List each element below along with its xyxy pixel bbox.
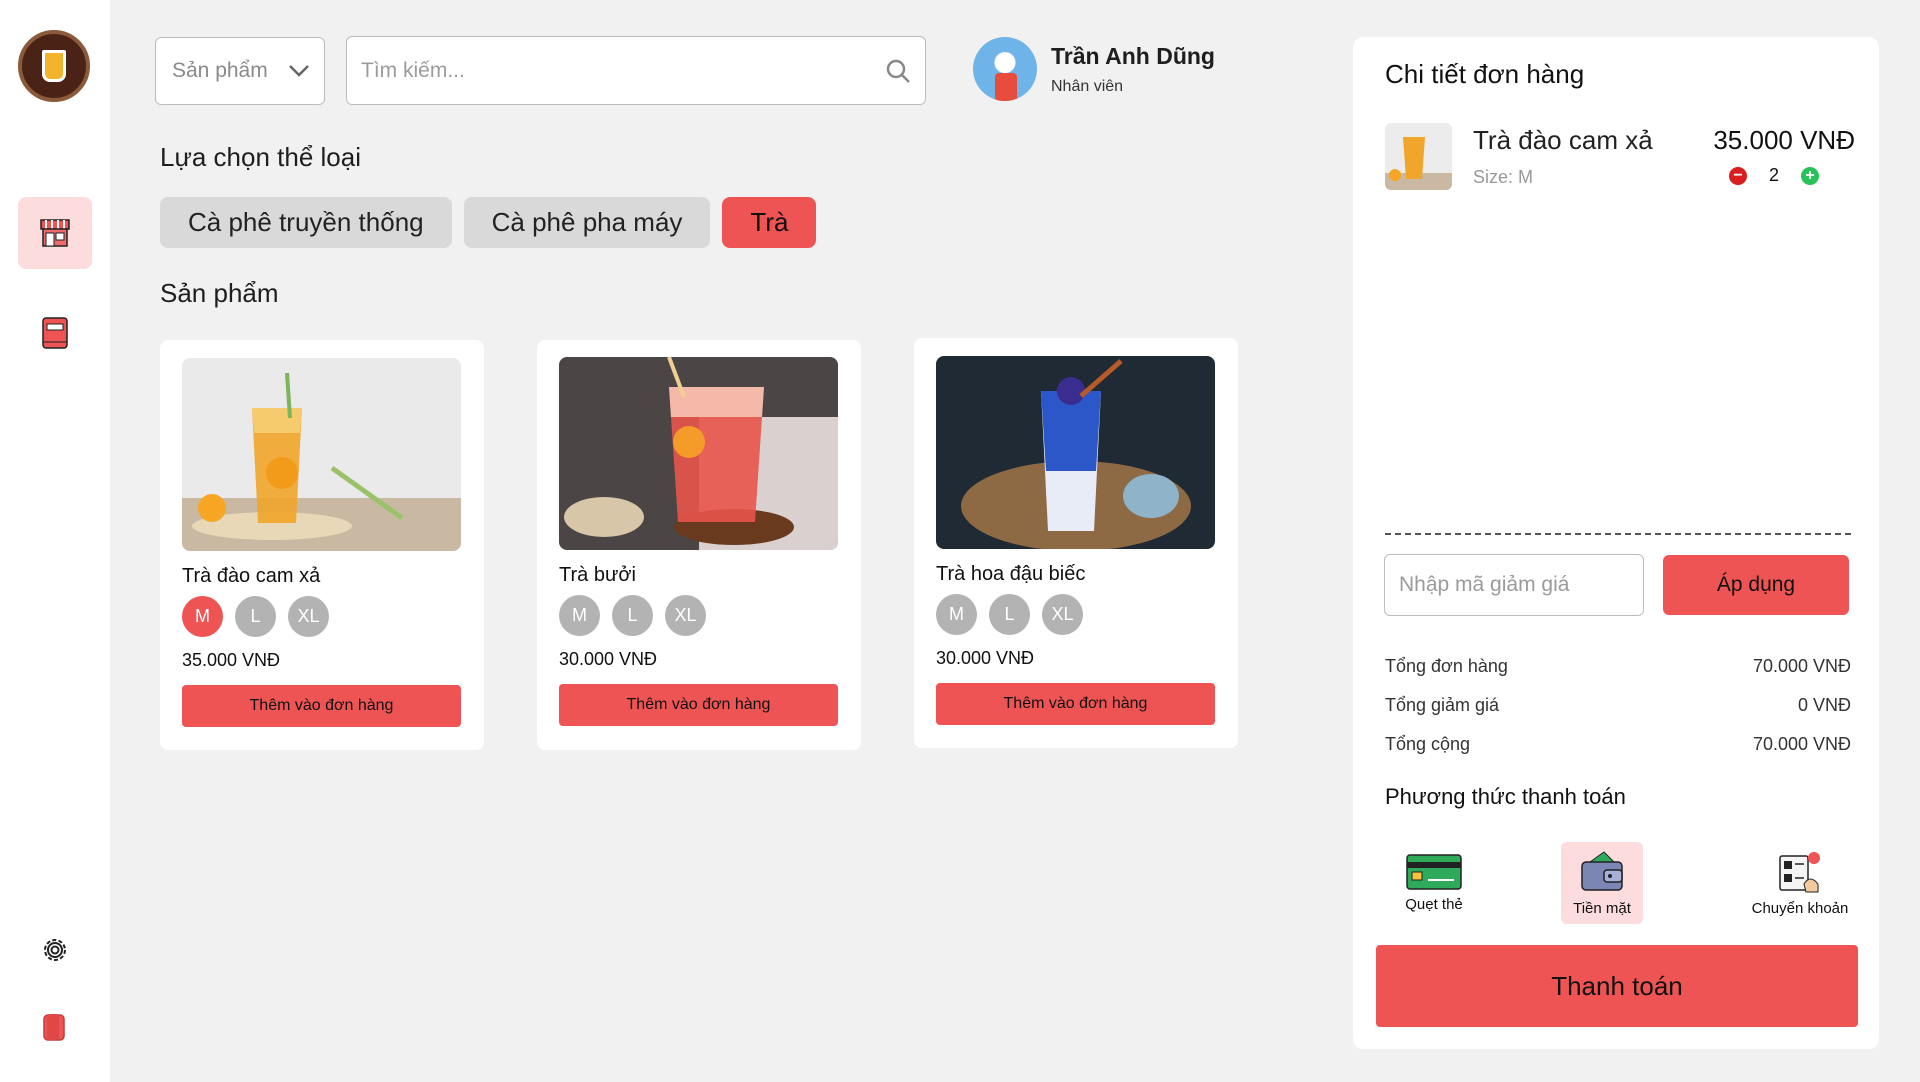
payment-option-transfer[interactable]: Chuyển khoản — [1745, 842, 1855, 924]
product-card: Trà bưởi M L XL 30.000 VNĐ Thêm vào đơn … — [537, 340, 861, 750]
receipt-book-icon — [42, 317, 68, 349]
size-option-xl[interactable]: XL — [665, 595, 706, 636]
payment-option-label: Quẹt thẻ — [1405, 895, 1463, 913]
category-section-title: Lựa chọn thể loại — [160, 142, 361, 172]
products-section-title: Sản phẩm — [160, 278, 279, 308]
search-input[interactable] — [361, 58, 841, 83]
product-name: Trà đào cam xả — [182, 565, 321, 587]
product-name: Trà bưởi — [559, 564, 636, 586]
dashed-divider — [1385, 533, 1851, 535]
product-image — [182, 358, 461, 551]
summary-value: 70.000 VNĐ — [1752, 734, 1851, 754]
store-icon — [40, 219, 70, 247]
category-select[interactable]: Sản phẩm — [155, 37, 325, 105]
category-select-value: Sản phẩm — [172, 59, 268, 82]
credit-card-icon — [1406, 853, 1462, 890]
sidebar-item-logout[interactable] — [18, 991, 92, 1063]
size-options: M L XL — [182, 596, 329, 637]
order-panel-title: Chi tiết đơn hàng — [1385, 59, 1585, 89]
search-bar[interactable] — [346, 36, 926, 105]
sidebar-item-store[interactable] — [18, 197, 92, 269]
summary-row-total: Tổng cộng 70.000 VNĐ — [1385, 734, 1851, 755]
order-item-size: Size: M — [1473, 167, 1534, 187]
sidebar-item-orders[interactable] — [18, 297, 92, 369]
user-profile[interactable]: Trần Anh Dũng Nhân viên — [973, 37, 1215, 101]
coupon-field[interactable] — [1384, 554, 1644, 616]
summary-row-subtotal: Tổng đơn hàng 70.000 VNĐ — [1385, 656, 1851, 677]
user-name: Trần Anh Dũng — [1051, 42, 1215, 69]
user-role: Nhân viên — [1051, 77, 1124, 95]
size-option-l[interactable]: L — [235, 596, 276, 637]
product-image — [936, 356, 1215, 549]
payment-option-card[interactable]: Quẹt thẻ — [1393, 842, 1475, 924]
size-options: M L XL — [559, 595, 706, 636]
product-price: 35.000 VNĐ — [182, 650, 281, 670]
payment-option-cash[interactable]: Tiền mặt — [1561, 842, 1643, 924]
payment-option-label: Chuyển khoản — [1751, 899, 1849, 917]
coffee-house-logo[interactable] — [18, 30, 90, 102]
sidebar — [0, 0, 110, 1082]
coupon-input[interactable] — [1399, 573, 1629, 597]
summary-value: 0 VNĐ — [1797, 695, 1851, 715]
gear-icon — [44, 939, 66, 961]
product-name: Trà hoa đậu biếc — [936, 563, 1086, 585]
payment-option-label: Tiền mặt — [1573, 899, 1631, 917]
category-tab-machine-coffee[interactable]: Cà phê pha máy — [463, 197, 711, 248]
order-item: Trà đào cam xả Size: M 35.000 VNĐ − 2 + — [1385, 123, 1855, 193]
summary-value: 70.000 VNĐ — [1752, 656, 1851, 676]
product-card: Trà hoa đậu biếc M L XL 30.000 VNĐ Thêm … — [914, 338, 1238, 748]
size-option-l[interactable]: L — [989, 594, 1030, 635]
cup-icon — [42, 50, 66, 82]
summary-label: Tổng đơn hàng — [1385, 656, 1508, 676]
add-to-order-button[interactable]: Thêm vào đơn hàng — [936, 683, 1215, 725]
quantity-value: 2 — [1768, 165, 1779, 185]
add-to-order-button[interactable]: Thêm vào đơn hàng — [559, 684, 838, 726]
avatar — [973, 37, 1037, 101]
product-image — [559, 357, 838, 550]
sidebar-item-settings[interactable] — [18, 914, 92, 986]
quantity-stepper: − 2 + — [1728, 165, 1819, 186]
size-option-xl[interactable]: XL — [288, 596, 329, 637]
size-options: M L XL — [936, 594, 1083, 635]
add-to-order-button[interactable]: Thêm vào đơn hàng — [182, 685, 461, 727]
summary-row-discount: Tổng giảm giá 0 VNĐ — [1385, 695, 1851, 716]
category-tabs: Cà phê truyền thống Cà phê pha máy Trà — [160, 197, 817, 248]
size-option-m[interactable]: M — [182, 596, 223, 637]
summary-label: Tổng giảm giá — [1385, 695, 1500, 715]
category-tab-tea[interactable]: Trà — [722, 197, 817, 248]
payment-method-title: Phương thức thanh toán — [1385, 784, 1626, 809]
order-item-price: 35.000 VNĐ — [1713, 125, 1855, 155]
search-icon[interactable] — [885, 58, 911, 84]
order-panel: Chi tiết đơn hàng Trà đào cam xả Size: M… — [1353, 37, 1879, 1049]
checkout-button[interactable]: Thanh toán — [1376, 945, 1858, 1027]
summary-label: Tổng cộng — [1385, 734, 1471, 754]
order-item-thumbnail — [1385, 123, 1452, 190]
order-item-name: Trà đào cam xả — [1473, 125, 1653, 155]
apply-coupon-button[interactable]: Áp dụng — [1663, 555, 1849, 615]
wallet-icon — [1581, 850, 1623, 891]
logout-icon — [43, 1014, 65, 1041]
increase-quantity-button[interactable]: + — [1801, 166, 1819, 185]
chevron-down-icon — [289, 65, 309, 77]
product-card: Trà đào cam xả M L XL 35.000 VNĐ Thêm và… — [160, 340, 484, 750]
size-option-xl[interactable]: XL — [1042, 594, 1083, 635]
bank-transfer-icon — [1779, 851, 1820, 892]
product-price: 30.000 VNĐ — [559, 649, 658, 669]
size-option-m[interactable]: M — [936, 594, 977, 635]
decrease-quantity-button[interactable]: − — [1728, 166, 1747, 185]
size-option-l[interactable]: L — [612, 595, 653, 636]
size-option-m[interactable]: M — [559, 595, 600, 636]
category-tab-traditional-coffee[interactable]: Cà phê truyền thống — [160, 197, 452, 248]
product-price: 30.000 VNĐ — [936, 648, 1035, 668]
